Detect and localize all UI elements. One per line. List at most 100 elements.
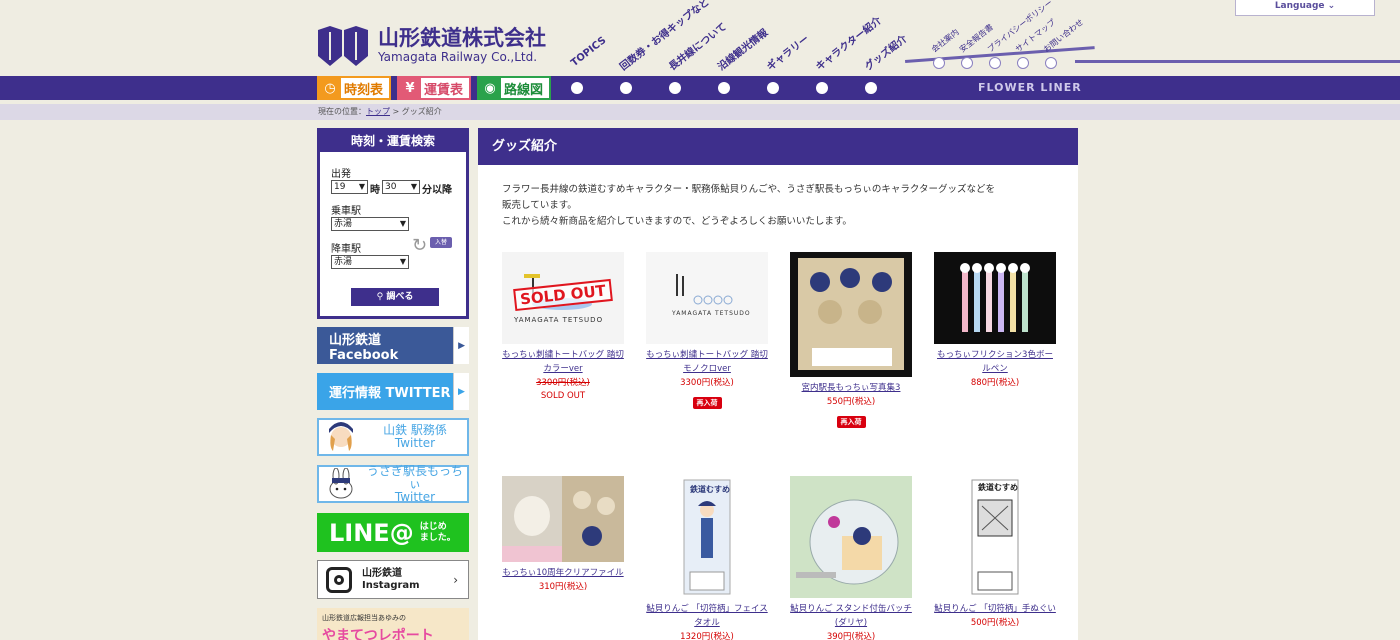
from-station-select[interactable]: 赤湯 <box>331 217 409 231</box>
product-name-link[interactable]: もっちぃ10周年クリアファイル <box>501 566 625 580</box>
breadcrumb-prefix: 現在の位置： <box>318 107 366 116</box>
product-card[interactable]: SOLD OUT YAMAGATA TETSUDO もっちぃ刺繍トートバッグ 踏… <box>501 252 625 403</box>
subnav-dot[interactable] <box>989 57 1001 69</box>
nav-dot[interactable] <box>718 82 730 94</box>
product-image-clearfile[interactable] <box>502 476 624 562</box>
product-name-link[interactable]: 鮎貝りんご 「切符柄」フェイスタオル <box>645 602 769 630</box>
from-station-label: 乗車駅 <box>331 206 361 217</box>
subnav-company[interactable]: 会社案内 <box>929 27 961 55</box>
nav-gallery[interactable]: ギャラリー <box>763 30 811 73</box>
language-label: Language <box>1274 1 1325 11</box>
product-card[interactable]: 鮎貝りんご スタンド付缶バッチ(ダリヤ) 390円(税込) <box>789 476 913 640</box>
breadcrumb-separator: > <box>390 107 402 116</box>
search-icon: ⚲ <box>376 292 387 302</box>
nav-goods[interactable]: グッズ紹介 <box>861 30 909 73</box>
product-image-caption: 鉄道むすめ <box>978 483 1018 492</box>
instagram-icon <box>326 566 352 593</box>
depart-label: 出発 <box>331 169 351 180</box>
facebook-banner[interactable]: 山形鉄道 Facebook ▶ <box>317 327 469 364</box>
intro-line: 販売しています。 <box>502 200 577 211</box>
logo-subtitle[interactable]: Yamagata Railway Co.,Ltd. <box>378 50 537 64</box>
nav-dot[interactable] <box>620 82 632 94</box>
product-name-link[interactable]: 宮内駅長もっちぃ写真集3 <box>789 381 913 395</box>
product-image-tenugui[interactable]: 鉄道むすめ <box>934 476 1056 598</box>
timetable-button[interactable]: ◷ 時刻表 <box>317 76 391 100</box>
product-name-link[interactable]: 鮎貝りんご スタンド付缶バッチ(ダリヤ) <box>789 602 913 630</box>
product-image-pens[interactable] <box>934 252 1056 344</box>
product-image-tote-color[interactable]: SOLD OUT YAMAGATA TETSUDO <box>502 252 624 344</box>
breadcrumb-home-link[interactable]: トップ <box>366 107 390 116</box>
product-card[interactable]: YAMAGATA TETSUDO もっちぃ刺繍トートバッグ 踏切モノクロver … <box>645 252 769 409</box>
mochii-twitter-title: うさぎ駅長もっちぃ <box>366 463 463 491</box>
line-banner[interactable]: LINE@ はじめ ました。 <box>317 513 469 552</box>
nav-dot[interactable] <box>865 82 877 94</box>
breadcrumb-current: グッズ紹介 <box>401 107 442 116</box>
intro-line: フラワー長井線の鉄道むすめキャラクター・駅務係鮎貝りんごや、うさぎ駅長もっちぃの… <box>502 184 995 195</box>
swap-arrows-icon[interactable]: ↻ <box>412 235 427 256</box>
product-image-face-towel[interactable]: 鉄道むすめ <box>646 476 768 598</box>
product-price: 3300円(税込) <box>536 378 590 388</box>
restock-badge: 再入荷 <box>692 397 722 409</box>
chevron-right-icon: › <box>453 572 458 587</box>
mochii-twitter-banner[interactable]: うさぎ駅長もっちぃ Twitter <box>317 463 469 503</box>
product-name-link[interactable]: もっちぃ刺繍トートバッグ 踏切モノクロver <box>645 348 769 376</box>
subnav-dot[interactable] <box>961 57 973 69</box>
product-image-can-badge[interactable] <box>790 476 912 598</box>
route-map-label: 路線図 <box>504 82 544 98</box>
product-price: 550円(税込) <box>826 397 876 407</box>
yen-icon: ¥ <box>399 78 421 98</box>
product-name-link[interactable]: もっちぃフリクション3色ボールペン <box>933 348 1057 376</box>
fare-table-button[interactable]: ¥ 運賃表 <box>397 76 471 100</box>
nav-dot[interactable] <box>767 82 779 94</box>
hour-select[interactable]: 19 <box>331 180 368 194</box>
line-tagline-2: ました。 <box>419 532 456 543</box>
flower-liner-logo: FLOWER LINER <box>978 81 1082 94</box>
yamatetsu-report-banner[interactable]: 山形鉄道広報担当あゆみの やまてつレポート <box>317 608 469 640</box>
product-price: 3300円(税込) <box>680 378 734 388</box>
route-icon: ◉ <box>479 78 501 98</box>
nav-dot[interactable] <box>816 82 828 94</box>
product-image-caption: 鉄道むすめ <box>690 485 730 494</box>
nav-topics[interactable]: TOPICS <box>569 35 608 69</box>
instagram-title: 山形鉄道 <box>362 567 402 579</box>
subnav-dot[interactable] <box>1017 57 1029 69</box>
product-card[interactable]: 宮内駅長もっちぃ写真集3 550円(税込) 再入荷 <box>789 252 913 428</box>
search-submit-label: 調べる <box>386 292 414 302</box>
product-card[interactable]: 鉄道むすめ 鮎貝りんご 「切符柄」手ぬぐい 500円(税込) <box>933 476 1057 630</box>
subnav-dot[interactable] <box>1045 57 1057 69</box>
logo-mark-icon[interactable] <box>316 26 370 66</box>
twitter-service-banner[interactable]: 運行情報 TWITTER ▶ <box>317 373 469 410</box>
product-card[interactable]: もっちぃ10周年クリアファイル 310円(税込) <box>501 476 625 594</box>
product-image-tote-mono[interactable]: YAMAGATA TETSUDO <box>646 252 768 344</box>
product-price: 500円(税込) <box>970 618 1020 628</box>
product-card[interactable]: もっちぃフリクション3色ボールペン 880円(税込) <box>933 252 1057 390</box>
timetable-label: 時刻表 <box>344 82 384 98</box>
instagram-banner[interactable]: 山形鉄道 Instagram › <box>317 560 469 599</box>
route-map-button[interactable]: ◉ 路線図 <box>477 76 551 100</box>
product-card[interactable]: 鉄道むすめ 鮎貝りんご 「切符柄」フェイスタオル 1320円(税込) <box>645 476 769 640</box>
chevron-right-icon: ▶ <box>453 373 469 410</box>
line-logo-text: LINE@ <box>329 518 414 547</box>
logo-title[interactable]: 山形鉄道株式会社 <box>378 22 546 52</box>
language-selector[interactable]: Language ⌄ <box>1235 0 1375 16</box>
subnav-dot[interactable] <box>933 57 945 69</box>
staff-twitter-banner[interactable]: 山鉄 駅務係 Twitter <box>317 418 469 456</box>
product-image-photobook[interactable] <box>790 252 912 377</box>
product-name-link[interactable]: 鮎貝りんご 「切符柄」手ぬぐい <box>933 602 1057 616</box>
staff-character-icon <box>319 420 363 454</box>
main-content: グッズ紹介 フラワー長井線の鉄道むすめキャラクター・駅務係鮎貝りんごや、うさぎ駅… <box>478 128 1078 640</box>
nav-dot[interactable] <box>571 82 583 94</box>
to-station-select[interactable]: 赤湯 <box>331 255 409 269</box>
product-price: 880円(税込) <box>970 378 1020 388</box>
to-station-label: 降車駅 <box>331 244 361 255</box>
chevron-right-icon: ▶ <box>453 327 469 364</box>
minute-select[interactable]: 30 <box>382 180 420 194</box>
intro-text: フラワー長井線の鉄道むすめキャラクター・駅務係鮎貝りんごや、うさぎ駅長もっちぃの… <box>502 182 1062 230</box>
product-name-link[interactable]: もっちぃ刺繍トートバッグ 踏切カラーver <box>501 348 625 376</box>
staff-twitter-sub: Twitter <box>394 436 436 450</box>
line-tagline-1: はじめ <box>419 521 447 532</box>
nav-dot[interactable] <box>669 82 681 94</box>
nav-decor-line-right <box>1075 60 1400 63</box>
swap-button[interactable]: 入替 <box>430 237 452 248</box>
search-submit-button[interactable]: ⚲ 調べる <box>351 288 439 306</box>
